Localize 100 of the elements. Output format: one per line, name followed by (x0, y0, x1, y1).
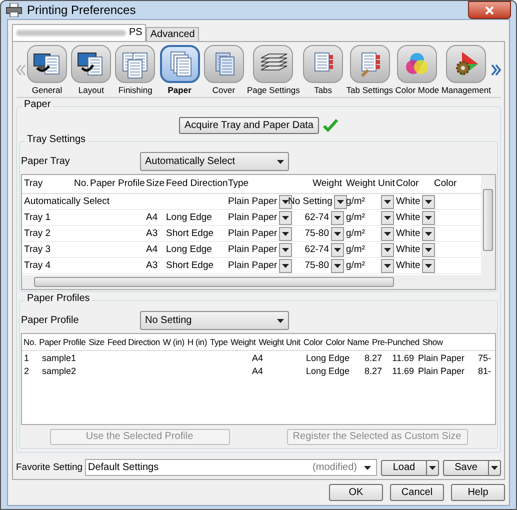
table-cell-text: Plain Paper (417, 364, 466, 376)
status-text: (modified) (312, 462, 357, 474)
acquire-button[interactable]: Acquire Tray and Paper Data (178, 117, 320, 134)
caret-icon (282, 216, 290, 220)
caret-icon (384, 200, 391, 204)
dialog-button[interactable]: OK (329, 484, 383, 501)
caret-icon (334, 264, 341, 268)
column-header[interactable]: Paper Profile (38, 336, 88, 348)
dialog-button[interactable]: Cancel (390, 484, 444, 501)
caret-icon (425, 232, 432, 236)
category-label: Tabs (314, 85, 332, 95)
dropdown-button[interactable] (422, 258, 436, 272)
column-header[interactable]: Color Name (324, 336, 370, 348)
column-header[interactable]: Weight Unit (257, 336, 302, 348)
category-label: Paper (168, 85, 192, 95)
table-cell-text: Long Edge (305, 364, 351, 376)
dropdown-button[interactable] (422, 194, 436, 208)
column-header[interactable]: No. (72, 178, 88, 190)
dropdown-button[interactable] (279, 242, 292, 256)
caret-icon (425, 264, 432, 268)
caret-icon (277, 160, 284, 164)
category-button[interactable] (253, 45, 294, 83)
column-header[interactable]: Weight (229, 336, 258, 348)
dropdown-button[interactable] (381, 194, 394, 208)
dropdown-button[interactable] (331, 242, 344, 256)
caret-icon (384, 248, 391, 252)
field-label: Paper Tray (21, 156, 71, 168)
column-header[interactable]: Weight Unit (344, 178, 394, 190)
column-header[interactable]: Paper Profile (88, 178, 144, 190)
dropdown-button[interactable] (381, 226, 394, 240)
dropdown-button[interactable] (331, 258, 344, 272)
category-label: Color Mode (395, 85, 440, 95)
table-cell-text: A4 (251, 364, 264, 376)
category-button[interactable] (71, 45, 112, 83)
caret-icon (282, 248, 290, 252)
category-button[interactable] (446, 45, 486, 83)
caret-icon (425, 216, 432, 220)
column-header[interactable]: Type (208, 336, 230, 348)
column-header[interactable]: H (in) (186, 336, 208, 348)
column-header[interactable]: Show (420, 336, 444, 348)
table-cell-text: 8.27 (363, 364, 383, 376)
field-label: Paper Profile (21, 314, 80, 326)
paper-profile-dropdown[interactable]: No Setting (140, 311, 289, 330)
column-header[interactable]: Color (394, 178, 432, 190)
dropdown-button[interactable] (331, 210, 344, 224)
table-cell: A3 (146, 260, 158, 270)
caret-icon (491, 466, 498, 470)
close-button[interactable] (468, 1, 511, 19)
table-cell-text: Long Edge (305, 352, 351, 364)
column-header[interactable]: Color (302, 336, 324, 348)
split-button[interactable]: Load (381, 460, 439, 476)
favorite-setting-dropdown[interactable]: Default Settings (modified) (85, 459, 377, 476)
table-cell-text: Tray 3 (23, 244, 52, 256)
dropdown-button[interactable] (422, 242, 436, 256)
dropdown-button[interactable] (381, 242, 394, 256)
caret-icon (282, 232, 290, 236)
tab[interactable]: PS (12, 24, 146, 41)
table-cell-text: 1 (23, 352, 30, 364)
horizontal-scrollbar[interactable] (34, 277, 394, 287)
printer-icon (6, 3, 22, 17)
dropdown-button[interactable] (331, 226, 344, 240)
table-cell-text: 11.69 (391, 364, 415, 376)
table-cell: Long Edge (166, 244, 212, 254)
column-header[interactable]: Size (87, 336, 106, 348)
dropdown-button[interactable] (279, 258, 292, 272)
tab[interactable]: Advanced (146, 27, 199, 41)
caret-icon (277, 318, 284, 322)
dropdown-button[interactable] (381, 258, 394, 272)
chevron-right-icon[interactable] (491, 64, 501, 76)
dialog-button[interactable]: Help (451, 484, 505, 501)
table-cell-text: 81- (477, 364, 492, 376)
column-header[interactable]: Type (226, 178, 286, 190)
column-header[interactable]: Feed Direction (106, 336, 162, 348)
dropdown-button[interactable] (422, 226, 436, 240)
caret-icon (334, 232, 341, 236)
category-label: Page Settings (246, 85, 300, 95)
category-button[interactable] (27, 45, 67, 83)
column-header[interactable]: Color (432, 178, 463, 190)
dropdown-button[interactable] (279, 210, 292, 224)
caret-icon (364, 466, 371, 470)
column-header[interactable]: Feed Direction (164, 178, 226, 190)
dropdown-button[interactable] (381, 210, 394, 224)
column-header[interactable]: No. (22, 336, 38, 348)
caret-icon (384, 264, 391, 268)
vertical-scrollbar[interactable] (481, 175, 495, 289)
column-header[interactable]: Tray (22, 178, 72, 190)
group-title: Tray Settings (25, 134, 88, 146)
dropdown-button[interactable] (422, 210, 436, 224)
table-cell: A4 (146, 244, 158, 254)
column-header[interactable]: Size (144, 178, 164, 190)
dropdown-button[interactable] (279, 226, 292, 240)
column-header[interactable]: Weight (286, 178, 344, 190)
category-label: Tab Settings (346, 85, 394, 95)
column-header[interactable]: W (in) (161, 336, 186, 348)
table-cell-text: Automatically Select (23, 196, 111, 208)
split-button[interactable]: Save (443, 460, 501, 476)
dropdown-button[interactable] (334, 194, 348, 208)
category-label: General (32, 85, 62, 95)
column-header[interactable]: Pre-Punched (370, 336, 421, 348)
paper-tray-dropdown[interactable]: Automatically Select (140, 152, 289, 171)
